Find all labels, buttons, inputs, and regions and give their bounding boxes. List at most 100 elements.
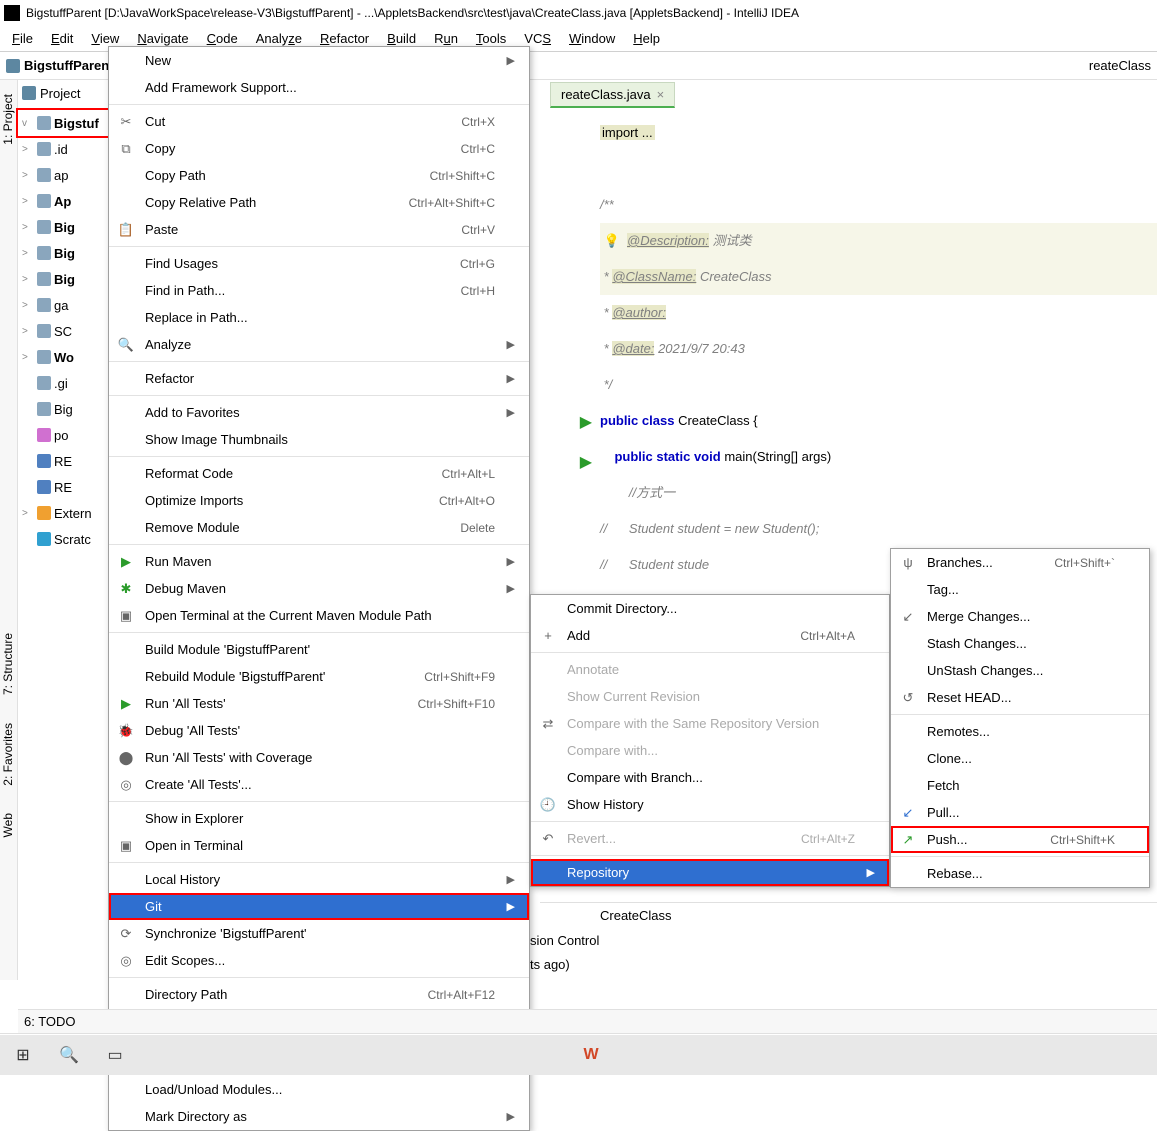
menu-item[interactable]: ◎Create 'All Tests'... bbox=[109, 771, 529, 798]
menu-item[interactable]: ⬤Run 'All Tests' with Coverage bbox=[109, 744, 529, 771]
task-view-button[interactable]: ▭ bbox=[100, 1040, 130, 1070]
menu-item[interactable]: Add to Favorites▶ bbox=[109, 399, 529, 426]
run-gutter-icon[interactable]: ▶ bbox=[580, 405, 592, 441]
menu-item[interactable]: Stash Changes... bbox=[891, 630, 1149, 657]
doc-start: /** bbox=[600, 187, 1157, 223]
toolwindow-web[interactable]: Web bbox=[0, 809, 16, 841]
menu-item[interactable]: Copy Relative PathCtrl+Alt+Shift+C bbox=[109, 189, 529, 216]
menu-item[interactable]: 🐞Debug 'All Tests' bbox=[109, 717, 529, 744]
menu-item[interactable]: ⟳Synchronize 'BigstuffParent' bbox=[109, 920, 529, 947]
menu-item[interactable]: Git▶ bbox=[109, 893, 529, 920]
menu-item[interactable]: Replace in Path... bbox=[109, 304, 529, 331]
editor-tab[interactable]: reateClass.java × bbox=[550, 82, 675, 108]
project-tree[interactable]: vBigstuf>.id>ap>Ap>Big>Big>Big>ga>SC>Wo.… bbox=[18, 106, 110, 552]
menu-item[interactable]: Show Image Thumbnails bbox=[109, 426, 529, 453]
run-gutter-icon[interactable]: ▶ bbox=[580, 445, 592, 481]
menu-item[interactable]: Refactor▶ bbox=[109, 365, 529, 392]
menu-item[interactable]: Add Framework Support... bbox=[109, 74, 529, 101]
bulb-icon[interactable]: 💡 bbox=[604, 233, 620, 248]
tree-item[interactable]: .gi bbox=[18, 370, 110, 396]
menu-item[interactable]: ⧉CopyCtrl+C bbox=[109, 135, 529, 162]
tree-item[interactable]: >ap bbox=[18, 162, 110, 188]
menu-item[interactable]: Compare with Branch... bbox=[531, 764, 889, 791]
menu-item[interactable]: Load/Unload Modules... bbox=[109, 1076, 529, 1103]
context-menu-main: New▶Add Framework Support... ✂CutCtrl+X⧉C… bbox=[108, 46, 530, 1131]
menu-window[interactable]: Window bbox=[561, 29, 623, 48]
menu-item[interactable]: Show in Explorer bbox=[109, 805, 529, 832]
menu-item[interactable]: Reformat CodeCtrl+Alt+L bbox=[109, 460, 529, 487]
menu-item[interactable]: Rebuild Module 'BigstuffParent'Ctrl+Shif… bbox=[109, 663, 529, 690]
tree-item[interactable]: >Big bbox=[18, 266, 110, 292]
menu-item[interactable]: Fetch bbox=[891, 772, 1149, 799]
menu-item[interactable]: Build Module 'BigstuffParent' bbox=[109, 636, 529, 663]
bottom-tool-bar: 6: TODO bbox=[18, 1009, 1157, 1033]
tree-item[interactable]: >SC bbox=[18, 318, 110, 344]
menu-item[interactable]: ↺Reset HEAD... bbox=[891, 684, 1149, 711]
menu-item[interactable]: ψBranches...Ctrl+Shift+` bbox=[891, 549, 1149, 576]
menu-item[interactable]: ↗Push...Ctrl+Shift+K bbox=[891, 826, 1149, 853]
project-header[interactable]: Project bbox=[18, 80, 110, 106]
breadcrumb-root[interactable]: BigstuffParent bbox=[24, 58, 114, 73]
menu-item[interactable]: Remotes... bbox=[891, 718, 1149, 745]
menu-item[interactable]: 🔍Analyze▶ bbox=[109, 331, 529, 358]
tree-item[interactable]: >ga bbox=[18, 292, 110, 318]
menu-help[interactable]: Help bbox=[625, 29, 668, 48]
toolwindow-todo[interactable]: 6: TODO bbox=[24, 1014, 76, 1029]
menu-item[interactable]: Find in Path...Ctrl+H bbox=[109, 277, 529, 304]
menu-item[interactable]: Commit Directory... bbox=[531, 595, 889, 622]
menu-item[interactable]: ◎Edit Scopes... bbox=[109, 947, 529, 974]
menu-item[interactable]: Rebase... bbox=[891, 860, 1149, 887]
menu-item: ↶Revert...Ctrl+Alt+Z bbox=[531, 825, 889, 852]
menu-item[interactable]: 📋PasteCtrl+V bbox=[109, 216, 529, 243]
start-button[interactable]: ⊞ bbox=[8, 1040, 38, 1070]
menu-item[interactable]: Tag... bbox=[891, 576, 1149, 603]
tree-item[interactable]: RE bbox=[18, 448, 110, 474]
close-icon[interactable]: × bbox=[657, 87, 665, 102]
search-button[interactable]: 🔍 bbox=[54, 1040, 84, 1070]
project-header-label: Project bbox=[40, 86, 80, 101]
menu-item[interactable]: UnStash Changes... bbox=[891, 657, 1149, 684]
tree-item[interactable]: vBigstuf bbox=[18, 110, 110, 136]
tree-item[interactable]: >Big bbox=[18, 240, 110, 266]
menu-item[interactable]: 🕘Show History bbox=[531, 791, 889, 818]
menu-item[interactable]: ↙Pull... bbox=[891, 799, 1149, 826]
breadcrumb-tail[interactable]: reateClass bbox=[1089, 58, 1151, 73]
version-control-header[interactable]: sion Control bbox=[500, 928, 1157, 952]
tree-item[interactable]: >Wo bbox=[18, 344, 110, 370]
menu-item[interactable]: ▣Open Terminal at the Current Maven Modu… bbox=[109, 602, 529, 629]
menu-item: ⇄Compare with the Same Repository Versio… bbox=[531, 710, 889, 737]
menu-item[interactable]: Local History▶ bbox=[109, 866, 529, 893]
menu-item[interactable]: ✂CutCtrl+X bbox=[109, 108, 529, 135]
wps-icon[interactable]: W bbox=[576, 1040, 606, 1070]
menu-item[interactable]: New▶ bbox=[109, 47, 529, 74]
menu-item[interactable]: ▶Run 'All Tests'Ctrl+Shift+F10 bbox=[109, 690, 529, 717]
menu-item[interactable]: ↙Merge Changes... bbox=[891, 603, 1149, 630]
menu-item[interactable]: Find UsagesCtrl+G bbox=[109, 250, 529, 277]
menu-item[interactable]: Repository▶ bbox=[531, 859, 889, 886]
tree-item[interactable]: Big bbox=[18, 396, 110, 422]
menu-item[interactable]: Directory PathCtrl+Alt+F12 bbox=[109, 981, 529, 1008]
toolwindow-favorites[interactable]: 2: Favorites bbox=[0, 719, 16, 790]
tree-item[interactable]: po bbox=[18, 422, 110, 448]
tree-item[interactable]: >.id bbox=[18, 136, 110, 162]
menu-item[interactable]: Clone... bbox=[891, 745, 1149, 772]
editor-breadcrumb: CreateClass bbox=[540, 902, 1157, 928]
menu-edit[interactable]: Edit bbox=[43, 29, 81, 48]
tree-item[interactable]: >Big bbox=[18, 214, 110, 240]
menu-item[interactable]: ▶Run Maven▶ bbox=[109, 548, 529, 575]
menu-file[interactable]: File bbox=[4, 29, 41, 48]
menu-item[interactable]: ▣Open in Terminal bbox=[109, 832, 529, 859]
menu-item[interactable]: Optimize ImportsCtrl+Alt+O bbox=[109, 487, 529, 514]
breadcrumb-class[interactable]: CreateClass bbox=[600, 908, 672, 923]
tree-item[interactable]: >Extern bbox=[18, 500, 110, 526]
toolwindow-project[interactable]: 1: Project bbox=[0, 90, 16, 149]
tree-item[interactable]: Scratc bbox=[18, 526, 110, 552]
menu-item[interactable]: Mark Directory as▶ bbox=[109, 1103, 529, 1130]
menu-item[interactable]: Copy PathCtrl+Shift+C bbox=[109, 162, 529, 189]
tree-item[interactable]: >Ap bbox=[18, 188, 110, 214]
toolwindow-structure[interactable]: 7: Structure bbox=[0, 629, 16, 699]
menu-item[interactable]: ✱Debug Maven▶ bbox=[109, 575, 529, 602]
menu-item[interactable]: Remove ModuleDelete bbox=[109, 514, 529, 541]
menu-item[interactable]: +AddCtrl+Alt+A bbox=[531, 622, 889, 649]
tree-item[interactable]: RE bbox=[18, 474, 110, 500]
